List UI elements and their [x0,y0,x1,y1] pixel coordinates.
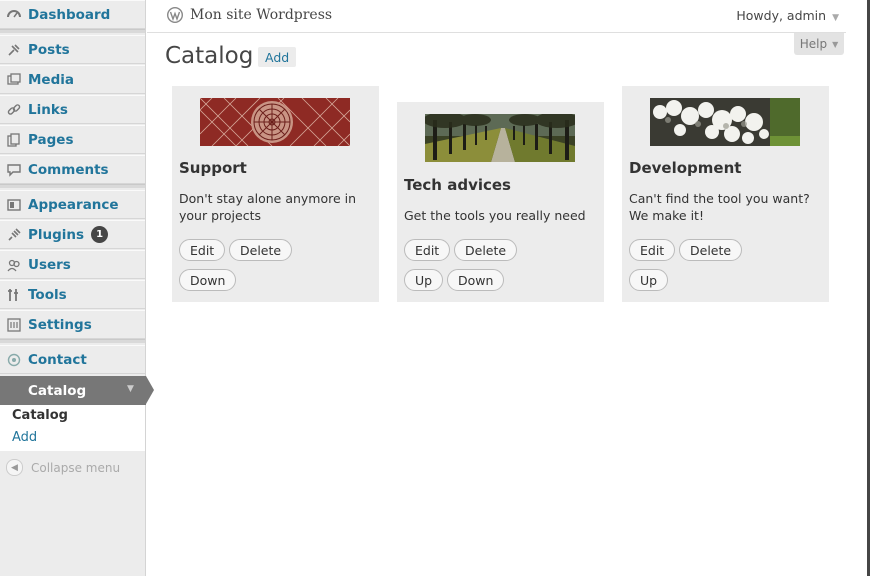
howdy-label: Howdy, admin [736,8,827,23]
sidebar-item-label: Pages [28,131,74,148]
card-image-development [650,98,800,146]
menu-separator [0,29,145,33]
card-image-tech-advices [425,114,575,162]
delete-button[interactable]: Delete [454,239,518,261]
catalog-submenu: Catalog Add [0,405,145,451]
sidebar-item-label: Posts [28,41,70,58]
card-title: Support [179,159,247,177]
move-down-button[interactable]: Down [179,269,237,291]
plugin-icon [6,227,22,243]
users-icon [6,257,22,273]
tools-icon [6,287,22,303]
move-up-button[interactable]: Up [404,269,444,291]
sidebar-item-label: Users [28,256,71,273]
card-description: Can't find the tool you want? We make it… [629,191,810,223]
admin-header: Mon site Wordpress Howdy, admin ▼ [147,0,846,33]
sidebar-item-label: Appearance [28,196,119,213]
sidebar-item-label: Settings [28,316,92,333]
sidebar-item-comments[interactable]: Comments [0,155,145,184]
collapse-arrow-icon: ◀ [6,459,23,476]
sidebar-item-contact[interactable]: Contact [0,345,145,374]
page-title: Catalog [165,43,254,69]
move-down-button[interactable]: Down [447,269,505,291]
card-description: Get the tools you really need [404,208,586,223]
user-account-menu[interactable]: Howdy, admin ▼ [736,8,839,23]
move-up-button[interactable]: Up [629,269,669,291]
dashboard-icon [6,7,22,23]
active-menu-pointer [146,376,154,404]
sidebar-item-tools[interactable]: Tools [0,280,145,309]
settings-icon [6,317,22,333]
sidebar-item-label: Tools [28,286,67,303]
chevron-down-icon: ▼ [832,13,839,23]
catalog-card-support: Support Don't stay alone anymore in your… [172,86,379,302]
sidebar-item-label: Media [28,71,74,88]
submenu-item-catalog[interactable]: Catalog [12,408,68,423]
delete-button[interactable]: Delete [229,239,293,261]
sidebar-item-settings[interactable]: Settings [0,310,145,339]
edit-button[interactable]: Edit [404,239,451,261]
delete-button[interactable]: Delete [679,239,743,261]
sidebar-item-links[interactable]: Links [0,95,145,124]
comment-icon [6,162,22,178]
sidebar-item-catalog[interactable]: Catalog ▼ [0,376,154,405]
sidebar-item-dashboard[interactable]: Dashboard [0,0,145,29]
contact-icon [6,352,22,368]
sidebar-item-label: Catalog [28,382,87,399]
sidebar-item-media[interactable]: Media [0,65,145,94]
menu-separator [0,339,145,343]
wordpress-logo-icon[interactable] [166,6,184,24]
add-new-button[interactable]: Add [258,47,297,67]
card-image-support [200,98,350,146]
media-icon [6,72,22,88]
link-icon [6,102,22,118]
sidebar-item-posts[interactable]: Posts [0,35,145,64]
edit-button[interactable]: Edit [179,239,226,261]
card-title: Tech advices [404,176,511,194]
help-tab-button[interactable]: Help ▼ [794,33,844,55]
chevron-down-icon: ▼ [832,39,839,49]
site-title-link[interactable]: Mon site Wordpress [190,7,332,23]
catalog-card-development: Development Can't find the tool you want… [622,86,829,302]
sidebar-item-pages[interactable]: Pages [0,125,145,154]
sidebar-item-label: Dashboard [28,6,111,23]
plugin-update-badge: 1 [91,226,109,243]
collapse-menu-label: Collapse menu [31,460,121,475]
sidebar-item-appearance[interactable]: Appearance [0,190,145,219]
chevron-down-icon: ▼ [127,384,134,394]
appearance-icon [6,197,22,213]
sidebar-item-label: Links [28,101,68,118]
sidebar-item-label: Comments [28,161,109,178]
sidebar-item-plugins[interactable]: Plugins 1 [0,220,145,249]
submenu-item-add[interactable]: Add [12,430,37,445]
sidebar-item-users[interactable]: Users [0,250,145,279]
pin-icon [6,42,22,58]
collapse-menu-button[interactable]: ◀ Collapse menu [6,459,120,476]
catalog-card-tech-advices: Tech advices Get the tools you really ne… [397,102,604,302]
edit-button[interactable]: Edit [629,239,676,261]
admin-sidebar: Dashboard Posts Media Links Pages Commen… [0,0,154,576]
sidebar-item-label: Contact [28,351,87,368]
help-label: Help [799,37,828,51]
card-description: Don't stay alone anymore in your project… [179,191,357,223]
card-title: Development [629,159,742,177]
pages-icon [6,132,22,148]
sidebar-item-label: Plugins [28,226,85,243]
menu-separator [0,184,145,188]
